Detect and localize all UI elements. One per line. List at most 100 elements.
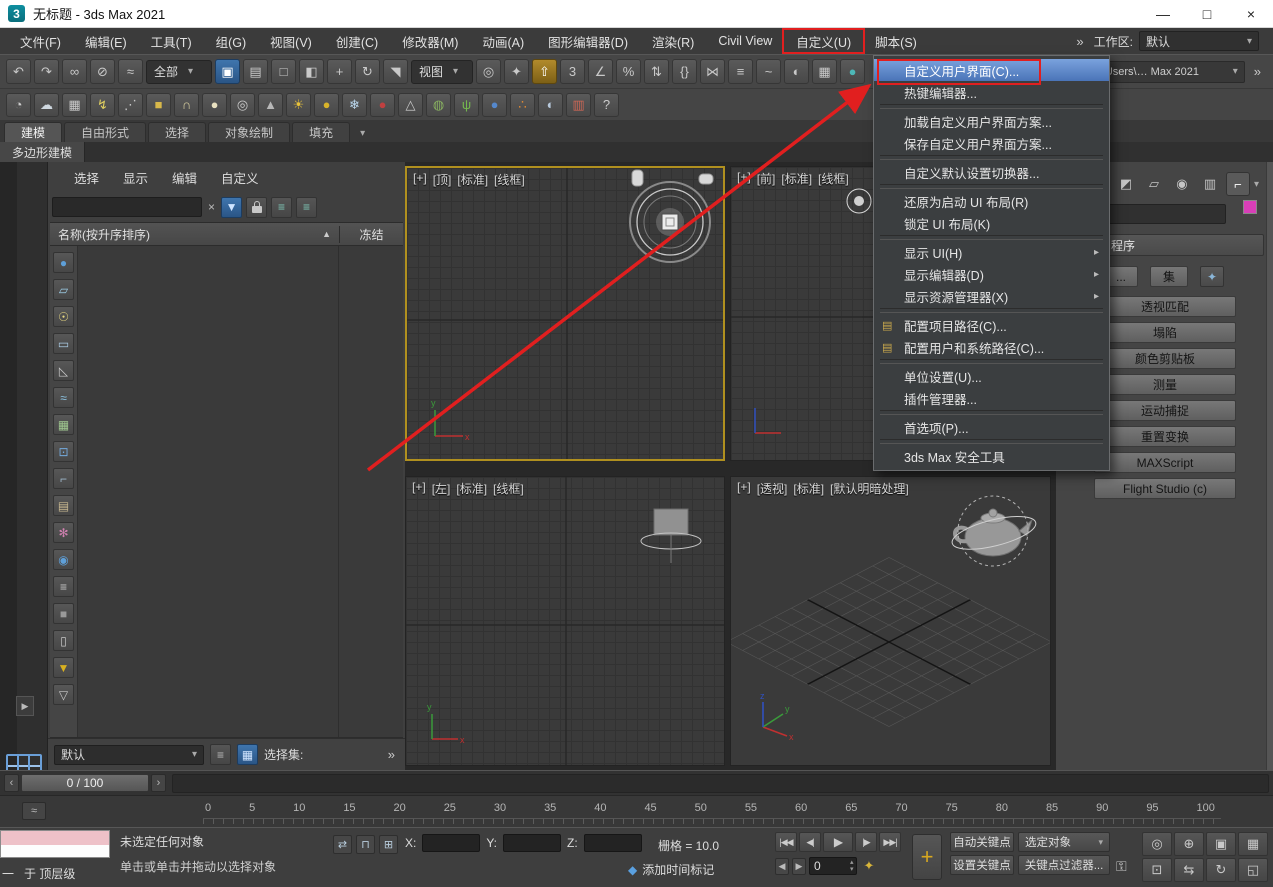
go-to-start-icon[interactable]: |◀◀ xyxy=(775,832,797,852)
menubar-item-civil-view[interactable]: Civil View xyxy=(706,30,784,52)
helper-box-icon[interactable]: ⊡ xyxy=(53,441,74,462)
motion-capture-button[interactable]: 运动捕捉 xyxy=(1094,400,1236,421)
menubar-item-file[interactable]: 文件(F) xyxy=(8,30,73,52)
current-frame-field[interactable]: ▴ ▾ xyxy=(809,857,857,875)
zoom-extents-icon[interactable]: ▣ xyxy=(1206,832,1236,856)
square-icon[interactable]: ■ xyxy=(53,603,74,624)
mi-save-ui-scheme[interactable]: 保存自定义用户界面方案... xyxy=(874,132,1109,154)
menu-separator[interactable] xyxy=(880,155,1103,160)
menubar-item-animation[interactable]: 动画(A) xyxy=(470,30,536,52)
list-icon[interactable]: ≡ xyxy=(53,576,74,597)
mi-load-ui-scheme[interactable]: 加载自定义用户界面方案... xyxy=(874,110,1109,132)
minimize-button[interactable]: — xyxy=(1141,0,1185,27)
blue-sphere-icon[interactable]: ● xyxy=(482,93,507,117)
viewport-menu-icon[interactable]: [+] xyxy=(737,480,751,497)
yellow-sphere-icon[interactable]: ● xyxy=(314,93,339,117)
motion-tab-icon[interactable]: ◉ xyxy=(1170,172,1194,196)
mi-customize-ui[interactable]: 自定义用户界面(C)... xyxy=(874,59,1109,81)
eye-icon[interactable]: ◉ xyxy=(53,549,74,570)
x-coordinate-input[interactable] xyxy=(422,834,480,852)
mini-curve-editor-icon[interactable]: ≈ xyxy=(22,802,46,820)
sphere-icon[interactable]: ● xyxy=(202,93,227,117)
viewport-standard-label[interactable]: [标准] xyxy=(793,480,824,497)
menubar-overflow-icon[interactable]: » xyxy=(1066,34,1093,49)
mi-default-switcher[interactable]: 自定义默认设置切换器... xyxy=(874,161,1109,183)
select-by-name-icon[interactable]: ▤ xyxy=(243,59,268,84)
lock-icon[interactable] xyxy=(246,197,267,218)
menubar-item-create[interactable]: 创建(C) xyxy=(324,30,390,52)
menu-separator[interactable] xyxy=(880,235,1103,240)
viewport-name-label[interactable]: [透视] xyxy=(757,480,788,497)
close-button[interactable]: × xyxy=(1229,0,1273,27)
snowflake-icon[interactable]: ❄ xyxy=(342,93,367,117)
mirror-icon[interactable]: ⋈ xyxy=(700,59,725,84)
box-icon[interactable]: ■ xyxy=(146,93,171,117)
explorer-menu-customize[interactable]: 自定义 xyxy=(209,166,271,188)
monitor-icon[interactable]: ▭ xyxy=(53,333,74,354)
viewport-menu-icon[interactable]: [+] xyxy=(412,480,426,497)
transform-gizmo-icon[interactable]: ⇄ xyxy=(333,835,352,854)
ramp-icon[interactable]: ◺ xyxy=(53,360,74,381)
filter-funnel-icon[interactable]: ▼ xyxy=(221,197,242,218)
panel-scrollbar[interactable] xyxy=(1266,162,1273,770)
sun-icon[interactable]: ☀ xyxy=(286,93,311,117)
modify-tab-icon[interactable]: ◩ xyxy=(1114,172,1138,196)
flask-icon[interactable]: △ xyxy=(398,93,423,117)
menubar-item-tools[interactable]: 工具(T) xyxy=(139,30,204,52)
viewport-name-label[interactable]: [前] xyxy=(757,170,776,187)
layers-icon[interactable]: ▱ xyxy=(53,279,74,300)
panel-expand-button[interactable]: ▶ xyxy=(16,696,34,716)
viewport-standard-label[interactable]: [标准] xyxy=(781,170,812,187)
maximize-button[interactable]: □ xyxy=(1185,0,1229,27)
set-keys-button[interactable]: + xyxy=(912,834,942,880)
maxscript-button[interactable]: MAXScript xyxy=(1094,452,1236,473)
zoom-icon[interactable]: ◎ xyxy=(1142,832,1172,856)
menubar-item-modifiers[interactable]: 修改器(M) xyxy=(390,30,470,52)
maxscript-mini-listener[interactable] xyxy=(0,830,110,858)
zoom-region-icon[interactable]: ⊡ xyxy=(1142,858,1172,882)
bulb-icon[interactable]: ☉ xyxy=(53,306,74,327)
previous-frame-icon[interactable]: ◀| xyxy=(799,832,821,852)
select-and-manipulate-icon[interactable]: ✦ xyxy=(504,59,529,84)
hierarchy-tab-icon[interactable]: ▱ xyxy=(1142,172,1166,196)
explorer-preset-dropdown[interactable]: 默认 ▾ xyxy=(54,745,204,765)
frame-number-input[interactable] xyxy=(810,859,850,873)
pan-icon[interactable]: ⇆ xyxy=(1174,858,1204,882)
use-pivot-center-icon[interactable]: ◎ xyxy=(476,59,501,84)
polygon-modeling-tab[interactable]: 多边形建模 xyxy=(0,142,85,162)
menu-separator[interactable] xyxy=(880,184,1103,189)
vortex-icon[interactable]: ◔ xyxy=(6,93,31,117)
menubar-item-customize[interactable]: 自定义(U) xyxy=(784,30,863,52)
unlink-selection-icon[interactable]: ⊘ xyxy=(90,59,115,84)
key-previous-icon[interactable]: ◀ xyxy=(775,858,789,875)
name-column-header[interactable]: 名称(按升序排序) ▲ xyxy=(50,226,339,243)
key-point-icon[interactable]: ⚿ xyxy=(1116,858,1127,875)
pyramid-icon[interactable]: ▲ xyxy=(258,93,283,117)
angle-snap-icon[interactable]: ∠ xyxy=(588,59,613,84)
snapshot-icon[interactable]: ▦ xyxy=(62,93,87,117)
flower-icon[interactable]: ✻ xyxy=(53,522,74,543)
undo-icon[interactable]: ↶ xyxy=(6,59,31,84)
explorer-menu-display[interactable]: 显示 xyxy=(111,166,160,188)
layer-stack-icon[interactable]: ≡ xyxy=(210,744,231,765)
freeze-column-header[interactable]: 冻结 xyxy=(339,226,403,243)
viewport-shading-label[interactable]: [线框] xyxy=(494,171,525,188)
menubar-item-group[interactable]: 组(G) xyxy=(204,30,259,52)
waves-icon[interactable]: ≈ xyxy=(53,387,74,408)
viewport-standard-label[interactable]: [标准] xyxy=(457,171,488,188)
window-crossing-icon[interactable]: ◧ xyxy=(299,59,324,84)
mi-show-ui[interactable]: 显示 UI(H) ▸ xyxy=(874,241,1109,263)
ribbon-tab-modeling[interactable]: 建模 xyxy=(4,122,62,142)
key-filters-button[interactable]: 关键点过滤器... xyxy=(1018,855,1110,875)
curve-editor-icon[interactable]: ~ xyxy=(756,59,781,84)
y-coordinate-input[interactable] xyxy=(503,834,561,852)
spray-icon[interactable]: ⋰ xyxy=(118,93,143,117)
grid-view-icon[interactable]: ▦ xyxy=(237,744,258,765)
next-frame-arrow-icon[interactable]: › xyxy=(151,774,166,792)
mi-security-tools[interactable]: 3ds Max 安全工具 xyxy=(874,445,1109,467)
reset-xform-button[interactable]: 重置变换 xyxy=(1094,426,1236,447)
zoom-extents-all-icon[interactable]: ▦ xyxy=(1238,832,1268,856)
droplet-icon[interactable]: ● xyxy=(370,93,395,117)
material-editor-icon[interactable]: ◐ xyxy=(784,59,809,84)
menu-separator[interactable] xyxy=(880,410,1103,415)
